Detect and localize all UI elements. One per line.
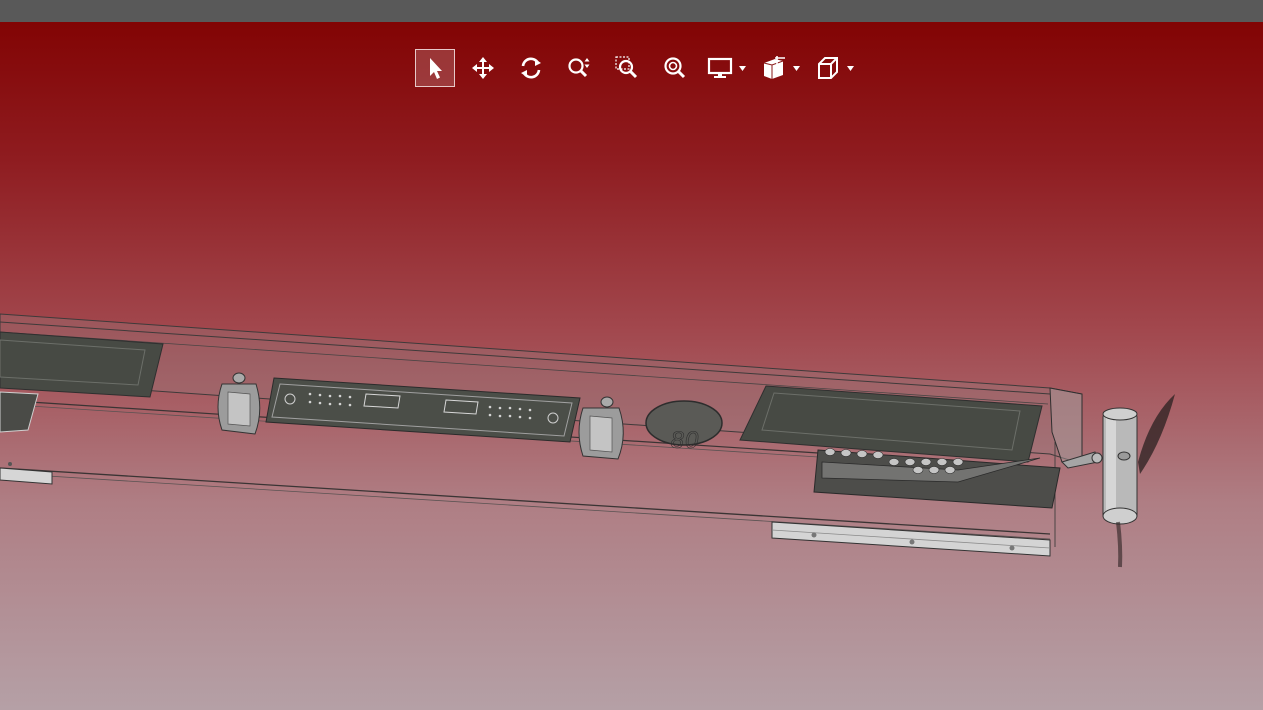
rotate-tool-button[interactable]: [511, 49, 551, 87]
window-title-bar: [0, 0, 1263, 22]
3d-viewport[interactable]: 80: [0, 22, 1263, 710]
standard-views-button[interactable]: [811, 49, 845, 87]
select-tool-button[interactable]: [415, 49, 455, 87]
pan-arrows-icon: [472, 57, 494, 79]
standard-views-dropdown[interactable]: [811, 49, 855, 87]
chevron-down-icon[interactable]: [737, 63, 747, 73]
zoom-tool-button[interactable]: [559, 49, 599, 87]
zoom-window-button[interactable]: [607, 49, 647, 87]
section-view-button[interactable]: [757, 49, 791, 87]
monitor-icon: [707, 57, 733, 78]
speed-badge-label: 80: [670, 427, 700, 455]
rotate-icon: [521, 57, 541, 79]
rotor-shadow: [1138, 394, 1175, 474]
cube-view-icon: [818, 57, 838, 79]
display-mode-dropdown[interactable]: [703, 49, 747, 87]
view-toolbar: [415, 48, 865, 88]
cursor-arrow-icon: [430, 58, 442, 79]
chevron-down-icon[interactable]: [845, 63, 855, 73]
zoom-updown-icon: [568, 58, 590, 78]
zoom-window-icon: [615, 56, 638, 79]
pan-tool-button[interactable]: [463, 49, 503, 87]
display-mode-button[interactable]: [703, 49, 737, 87]
zoom-fit-button[interactable]: [655, 49, 695, 87]
cad-model[interactable]: [0, 22, 1263, 710]
section-view-dropdown[interactable]: [757, 49, 801, 87]
zoom-fit-icon: [664, 57, 686, 79]
chevron-down-icon[interactable]: [791, 63, 801, 73]
section-cube-icon: [763, 56, 785, 79]
